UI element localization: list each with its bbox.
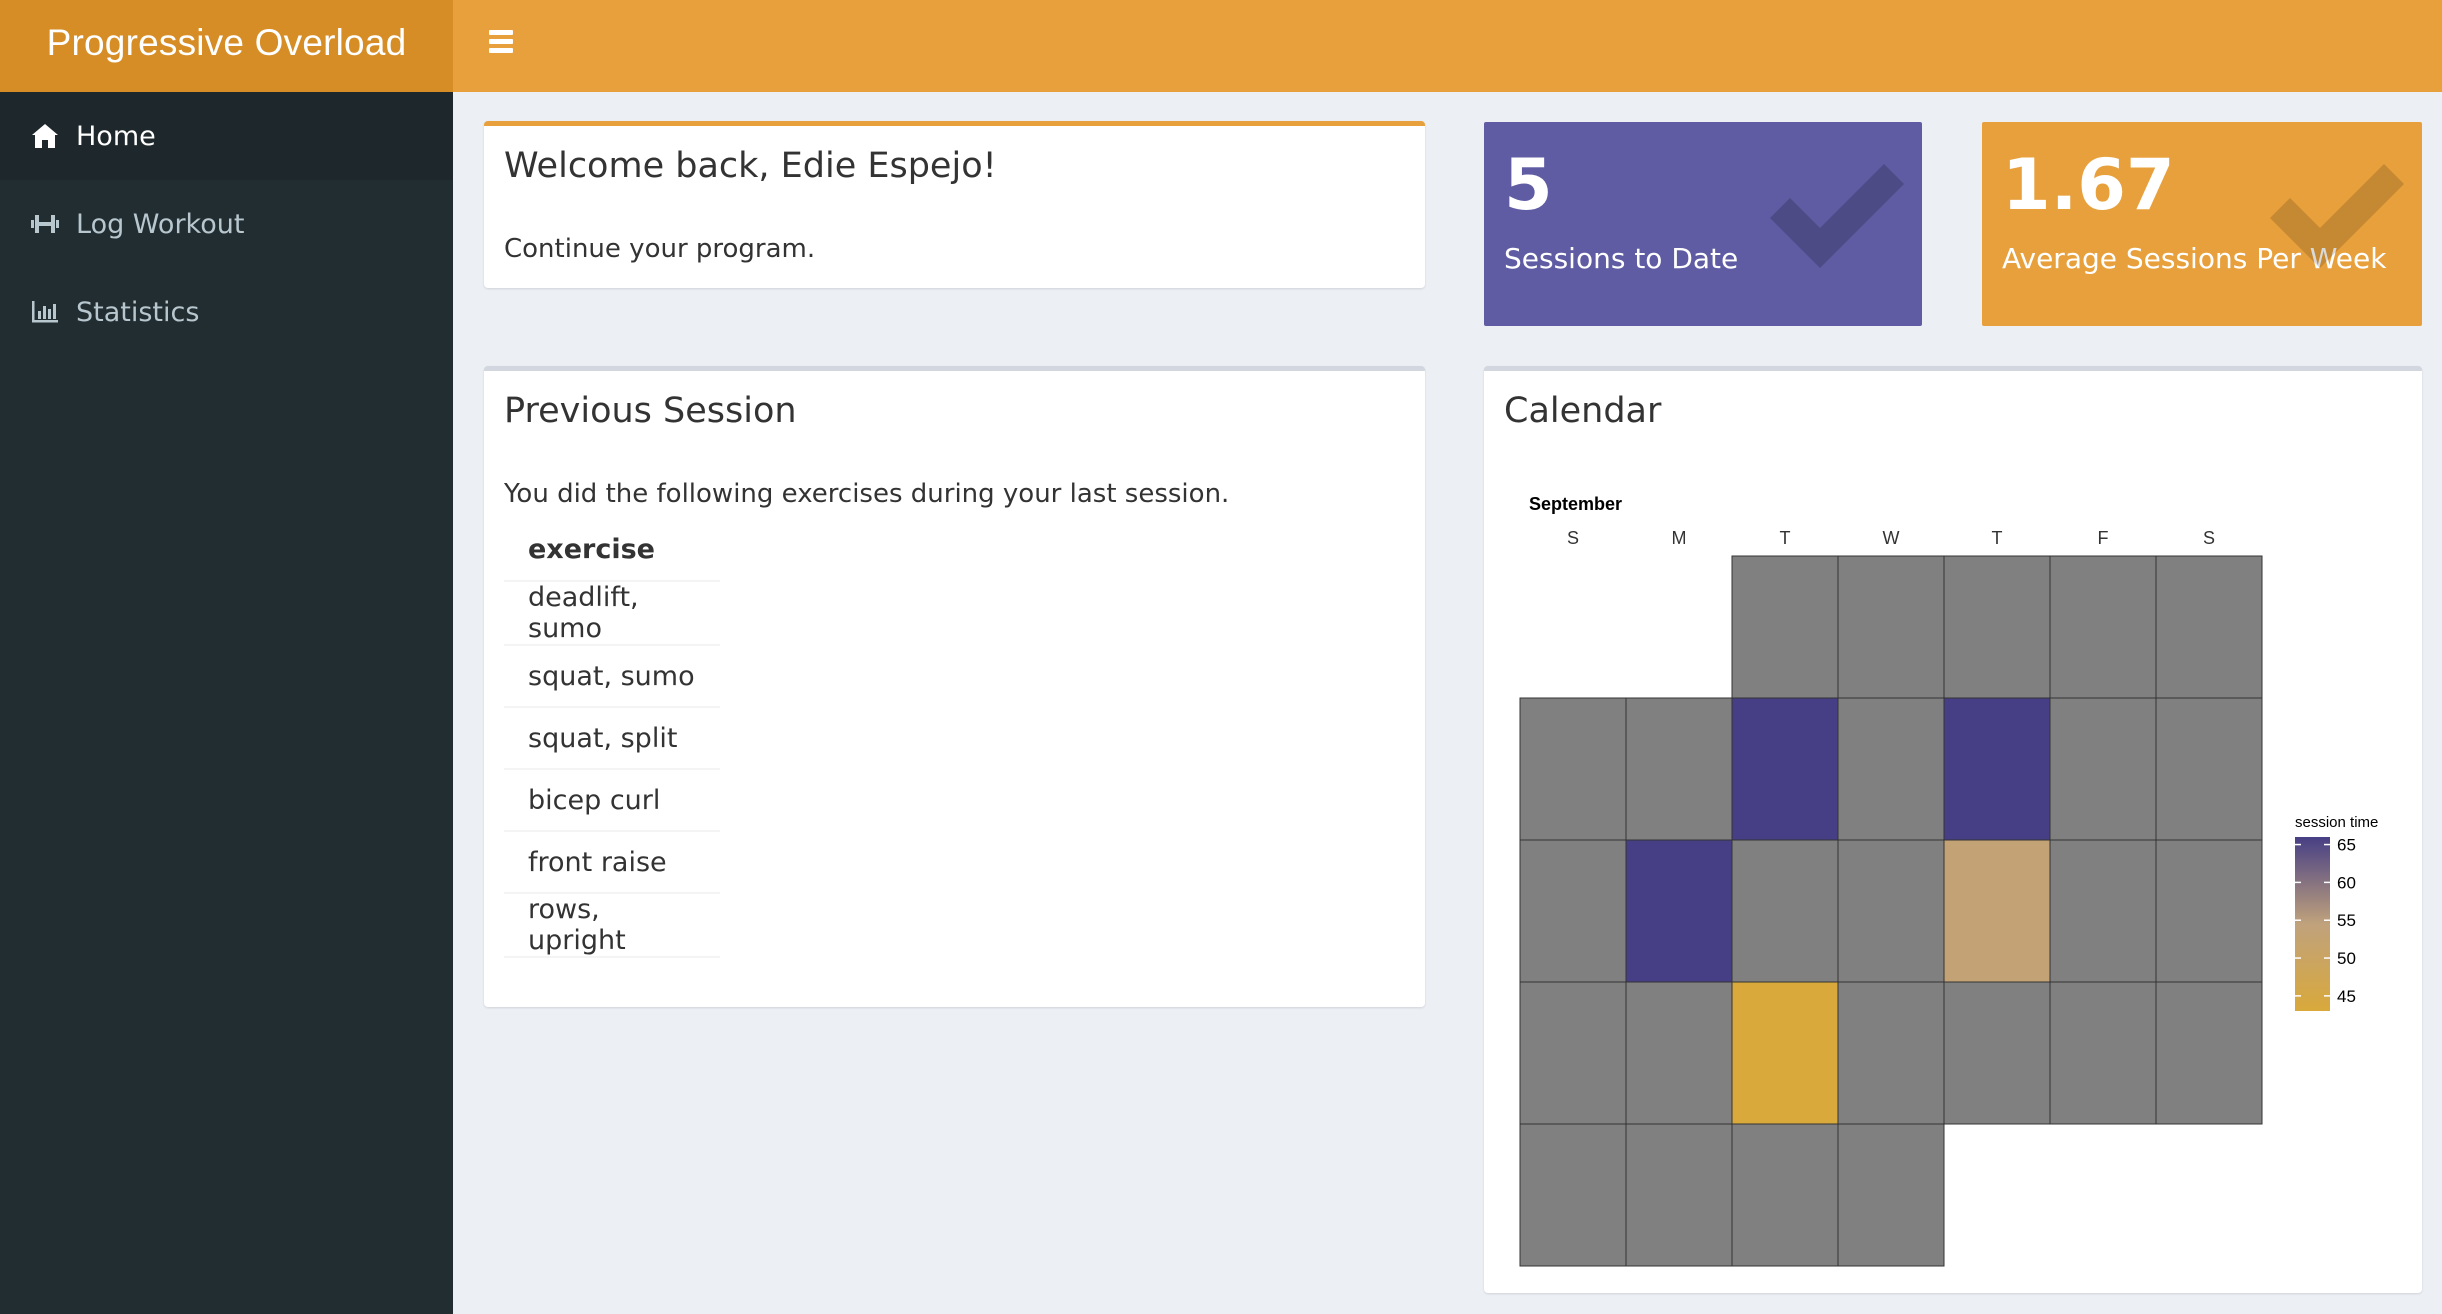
legend-tick-label: 60	[2337, 873, 2356, 892]
app-logo[interactable]: Progressive Overload	[0, 0, 453, 92]
calendar-day-cell	[1837, 1123, 1945, 1267]
exercise-table: exercise deadlift, sumo squat, sumo squa…	[504, 519, 720, 958]
calendar-weekday-label: T	[1992, 528, 2003, 548]
table-cell: deadlift, sumo	[504, 581, 720, 646]
calendar-weekday-label: T	[1780, 528, 1791, 548]
home-icon	[32, 124, 58, 148]
calendar-weekday-label: S	[1567, 528, 1579, 548]
calendar-day-cell	[1625, 697, 1733, 841]
sessions-value: 5	[1504, 144, 1553, 226]
table-cell: squat, split	[504, 707, 720, 770]
dumbbell-icon	[31, 215, 59, 233]
calendar-day-cell	[2049, 981, 2157, 1125]
calendar-day-cell	[1625, 981, 1733, 1125]
calendar-month-label: September	[1529, 494, 1622, 514]
calendar-day-cell	[1731, 1123, 1839, 1267]
legend-colorbar	[2295, 837, 2330, 1011]
calendar-day-cell	[2155, 981, 2263, 1125]
table-header-exercise: exercise	[504, 519, 720, 582]
bar-chart-icon	[32, 301, 58, 323]
calendar-day-cell	[1943, 697, 2051, 841]
table-cell: rows, upright	[504, 893, 720, 958]
calendar-day-cell	[2155, 555, 2263, 699]
sessions-label: Sessions to Date	[1504, 242, 1739, 275]
sidebar-item-label: Statistics	[76, 296, 200, 328]
sidebar-item-statistics[interactable]: Statistics	[0, 268, 453, 356]
calendar-day-cell	[1731, 839, 1839, 983]
average-value: 1.67	[2002, 144, 2175, 226]
calendar-day-cell	[1625, 839, 1733, 983]
check-icon	[1770, 164, 1904, 268]
table-row: squat, split	[504, 707, 720, 770]
calendar-day-cell	[1519, 981, 1627, 1125]
previous-session-title: Previous Session	[504, 391, 797, 431]
calendar-day-cell	[1943, 839, 2051, 983]
sidebar-item-label: Log Workout	[76, 208, 245, 240]
welcome-box: Welcome back, Edie Espejo! Continue your…	[484, 121, 1425, 288]
table-row: deadlift, sumo	[504, 581, 720, 646]
sidebar-item-home[interactable]: Home	[0, 92, 453, 180]
table-row: bicep curl	[504, 769, 720, 832]
previous-session-text: You did the following exercises during y…	[504, 479, 1230, 509]
table-row: front raise	[504, 831, 720, 894]
calendar-day-cell	[1731, 555, 1839, 699]
calendar-day-cell	[1519, 839, 1627, 983]
top-navbar	[453, 0, 2442, 92]
legend-tick-label: 55	[2337, 911, 2356, 930]
calendar-weekday-label: S	[2203, 528, 2215, 548]
calendar-day-cell	[1625, 1123, 1733, 1267]
calendar-day-cell	[1837, 555, 1945, 699]
sidebar: Home Log Workout Statistics	[0, 92, 453, 1314]
table-cell: squat, sumo	[504, 645, 720, 708]
table-row: rows, upright	[504, 893, 720, 958]
calendar-day-cell	[2049, 697, 2157, 841]
sidebar-item-log-workout[interactable]: Log Workout	[0, 180, 453, 268]
calendar-day-cell	[1519, 697, 1627, 841]
calendar-day-cell	[2049, 839, 2157, 983]
calendar-weekday-label: W	[1883, 528, 1900, 548]
calendar-day-cell	[2155, 697, 2263, 841]
sessions-value-box: 5 Sessions to Date	[1484, 122, 1922, 326]
sidebar-toggle-icon[interactable]	[483, 30, 517, 60]
table-cell: bicep curl	[504, 769, 720, 832]
calendar-day-cell	[1731, 697, 1839, 841]
legend-title: session time	[2295, 814, 2378, 831]
table-cell: front raise	[504, 831, 720, 894]
calendar-day-cell	[1837, 697, 1945, 841]
check-icon	[2270, 164, 2404, 268]
calendar-day-cell	[2049, 555, 2157, 699]
calendar-day-cell	[1837, 839, 1945, 983]
legend-tick-label: 65	[2337, 836, 2356, 855]
calendar-day-cell	[2155, 839, 2263, 983]
average-value-box: 1.67 Average Sessions Per Week	[1982, 122, 2422, 326]
welcome-title: Welcome back, Edie Espejo!	[504, 146, 997, 186]
calendar-heatmap: September S M T W T F Ssession time 65 60 55 50 45	[1519, 494, 2378, 1267]
sidebar-item-label: Home	[76, 120, 156, 152]
table-row: squat, sumo	[504, 645, 720, 708]
welcome-text: Continue your program.	[504, 234, 816, 264]
legend-tick-label: 45	[2337, 987, 2356, 1006]
calendar-weekday-label: F	[2098, 528, 2109, 548]
calendar-weekday-label: M	[1672, 528, 1687, 548]
calendar-box: Calendar September S M T W T F Ssession time 65 6…	[1484, 366, 2422, 1293]
calendar-day-cell	[1731, 981, 1839, 1125]
previous-session-box: Previous Session You did the following e…	[484, 366, 1425, 1007]
calendar-day-cell	[1519, 1123, 1627, 1267]
calendar-day-cell	[1943, 555, 2051, 699]
calendar-day-cell	[1943, 981, 2051, 1125]
calendar-day-cell	[1837, 981, 1945, 1125]
legend-tick-label: 50	[2337, 949, 2356, 968]
